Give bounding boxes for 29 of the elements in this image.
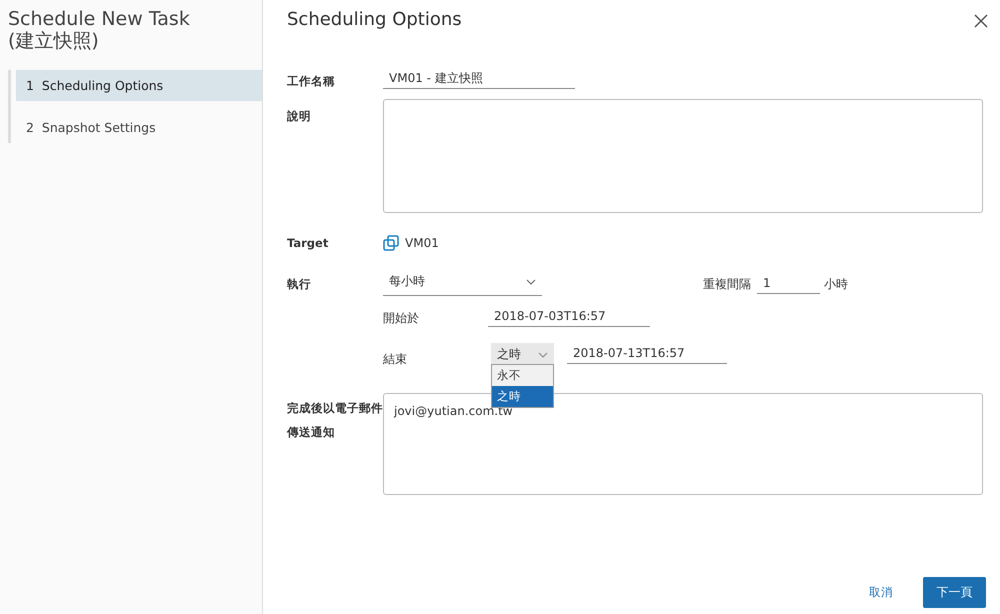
interval-field[interactable]: 1 (757, 276, 820, 294)
wizard-title: Schedule New Task (建立快照) (7, 7, 191, 52)
dialog-title: Scheduling Options (287, 8, 462, 30)
frequency-select[interactable]: 每小時 (383, 273, 542, 296)
field-label: Target (287, 236, 330, 250)
dropdown-option[interactable]: 永不 (492, 365, 553, 386)
field-label: 結束 (383, 351, 408, 368)
field-label: 執行 (287, 277, 312, 292)
end-date-field[interactable]: 2018-07-13T16:57 (567, 346, 727, 364)
wizard-step[interactable]: 1 Scheduling Options (16, 70, 262, 101)
chevron-down-icon (526, 278, 536, 284)
end-mode-select[interactable]: 之時 (491, 343, 554, 366)
dropdown-option[interactable]: 之時 (492, 386, 553, 407)
target-name: VM01 (405, 236, 439, 250)
vm-icon (383, 235, 399, 251)
start-date-field[interactable]: 2018-07-03T16:57 (488, 309, 650, 327)
interval-label: 重複間隔 (703, 276, 751, 293)
interval-unit: 小時 (824, 276, 848, 293)
task-name-field[interactable]: VM01 - 建立快照 (383, 71, 575, 89)
field-label: 完成後以電子郵件傳送通知 (287, 400, 383, 441)
cancel-button[interactable]: 取消 (861, 579, 901, 606)
close-icon[interactable] (974, 14, 988, 28)
wizard-step[interactable]: 2 Snapshot Settings (16, 112, 262, 143)
next-button[interactable]: 下一頁 (923, 577, 986, 608)
description-field[interactable] (383, 99, 983, 213)
field-label: 開始於 (383, 310, 420, 327)
field-label: 工作名稱 (287, 74, 336, 89)
chevron-down-icon (538, 352, 548, 358)
field-label: 說明 (287, 109, 312, 124)
